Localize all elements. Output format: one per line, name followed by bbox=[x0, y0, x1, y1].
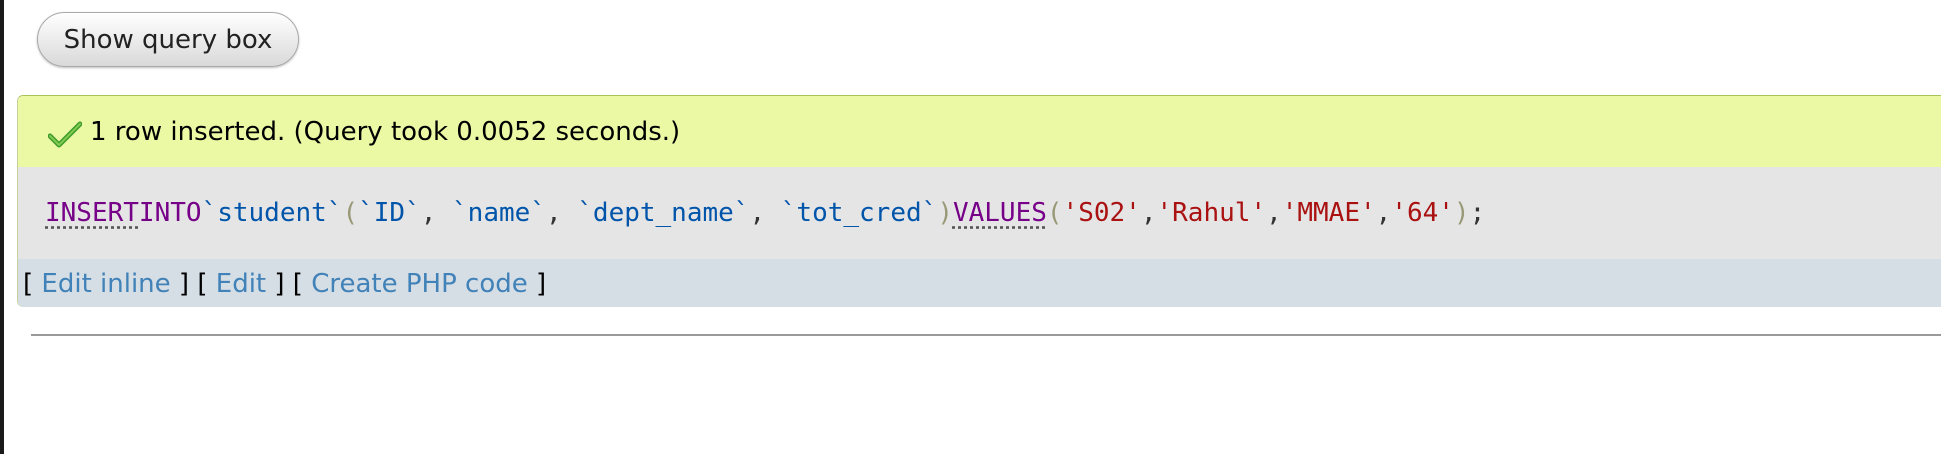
window-edge bbox=[0, 0, 4, 454]
sql-comma: , bbox=[1375, 198, 1392, 228]
check-icon bbox=[48, 121, 82, 147]
sql-paren: ( bbox=[1046, 198, 1063, 228]
bracket: ] bbox=[527, 268, 547, 299]
sql-table-name: `student` bbox=[201, 198, 343, 228]
sql-comma: , bbox=[749, 198, 781, 228]
sql-paren: ( bbox=[342, 198, 359, 228]
edit-inline-link[interactable]: Edit inline bbox=[41, 269, 170, 299]
sql-keyword-values[interactable]: VALUES bbox=[953, 198, 1047, 228]
query-actions-bar: [ Edit inline ] [ Edit ] [ Create PHP co… bbox=[18, 259, 1941, 307]
sql-column: `name` bbox=[452, 198, 546, 228]
bracket: ] [ bbox=[266, 268, 312, 299]
sql-keyword-into: INTO bbox=[138, 198, 202, 228]
sql-column: `tot_cred` bbox=[780, 198, 938, 228]
sql-value: '64' bbox=[1391, 198, 1454, 228]
edit-link[interactable]: Edit bbox=[216, 269, 266, 299]
sql-comma: , bbox=[420, 198, 453, 228]
sql-paren: ) bbox=[937, 198, 953, 228]
sql-comma: , bbox=[1266, 198, 1282, 228]
sql-statement: INSERT INTO `student`(`ID`, `name`, `dep… bbox=[18, 167, 1941, 259]
sql-paren: ) bbox=[1453, 198, 1470, 228]
sql-comma: , bbox=[545, 198, 578, 228]
bracket: ] [ bbox=[170, 268, 216, 299]
sql-column: `ID` bbox=[358, 198, 421, 228]
success-message-bar: 1 row inserted. (Query took 0.0052 secon… bbox=[18, 96, 1941, 167]
sql-comma: , bbox=[1140, 198, 1157, 228]
sql-terminator: ; bbox=[1469, 198, 1486, 228]
sql-column: `dept_name` bbox=[577, 198, 750, 228]
sql-value: 'S02' bbox=[1062, 198, 1141, 228]
show-query-box-button[interactable]: Show query box bbox=[37, 12, 299, 67]
create-php-code-link[interactable]: Create PHP code bbox=[311, 269, 528, 299]
sql-value: 'Rahul' bbox=[1156, 198, 1267, 228]
success-message: 1 row inserted. (Query took 0.0052 secon… bbox=[90, 116, 681, 147]
bracket: [ bbox=[23, 268, 42, 299]
divider bbox=[31, 334, 1941, 336]
sql-value: 'MMAE' bbox=[1281, 198, 1376, 228]
phpmyadmin-query-result: Show query box 1 row inserted. (Query to… bbox=[0, 0, 1941, 454]
result-panel: 1 row inserted. (Query took 0.0052 secon… bbox=[17, 95, 1941, 307]
sql-keyword-insert[interactable]: INSERT bbox=[45, 198, 139, 228]
